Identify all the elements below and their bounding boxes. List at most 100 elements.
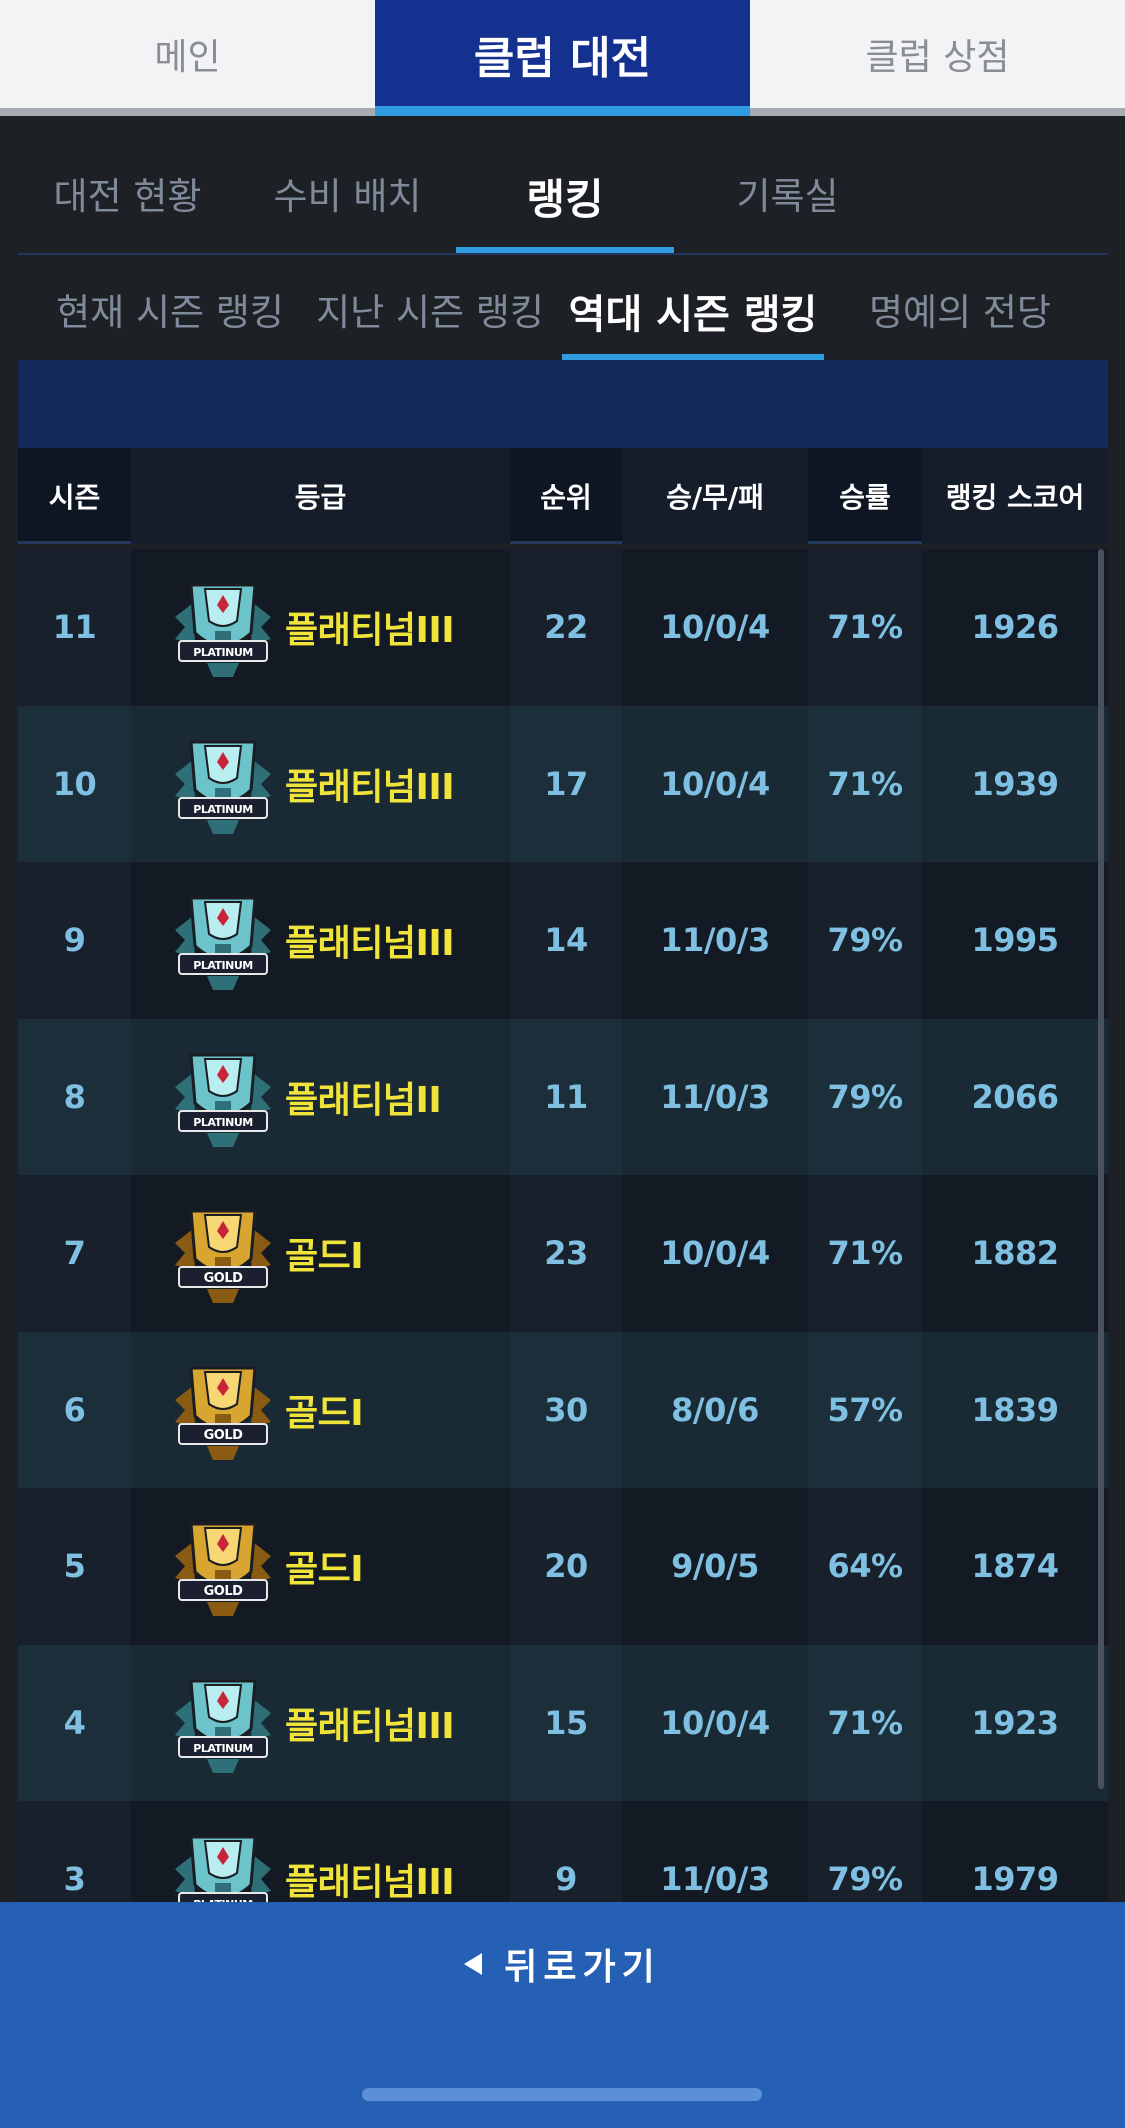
win-rate-cell: 79% (827, 1077, 903, 1116)
rank-cell: 11 (544, 1077, 588, 1116)
table-row: 10 PLATINUM 플래티넘III 17 10/0/4 71% 1939 (18, 705, 1108, 862)
back-button[interactable]: 뒤로가기 (0, 1938, 1125, 1990)
ranking-score-cell: 2066 (922, 1018, 1108, 1175)
top-tab-bar: 메인 클럽 대전 클럽 상점 (0, 0, 1125, 116)
header-season: 시즌 (48, 481, 101, 514)
platinum-tier-badge-icon: PLATINUM (171, 573, 275, 681)
table-row: 9 PLATINUM 플래티넘III 14 11/0/3 79% 1995 (18, 862, 1108, 1019)
tab-all-time-season-ranking[interactable]: 역대 시즌 랭킹 (562, 282, 824, 338)
tab-club-battle[interactable]: 클럽 대전 (375, 0, 750, 116)
rank-cell: 15 (544, 1703, 588, 1742)
season-cell: 5 (63, 1547, 86, 1586)
platinum-tier-badge-icon: PLATINUM (171, 1043, 275, 1151)
badge-label: PLATINUM (193, 1116, 252, 1129)
ranking-score-cell: 1923 (922, 1644, 1108, 1801)
tier-cell: PLATINUM 플래티넘III (131, 549, 510, 706)
header-tier: 등급 (131, 448, 510, 544)
season-cell: 4 (63, 1703, 86, 1742)
divider (18, 253, 1108, 255)
ranking-score-cell: 1874 (922, 1488, 1108, 1645)
win-rate-cell: 64% (827, 1547, 903, 1586)
table-row: 7 GOLD 골드I 23 10/0/4 71% 1882 (18, 1175, 1108, 1332)
tier-cell: PLATINUM 플래티넘III (131, 1644, 510, 1801)
header-win-rate: 승률 (839, 481, 891, 514)
tier-name: 플래티넘III (285, 923, 455, 965)
tier-cell: PLATINUM 플래티넘III (131, 705, 510, 862)
tier-cell: GOLD 골드I (131, 1175, 510, 1332)
season-cell: 8 (63, 1077, 86, 1116)
tab-hall-of-fame[interactable]: 명예의 전당 (840, 282, 1080, 338)
record-cell: 10/0/4 (622, 1644, 808, 1801)
record-cell: 11/0/3 (622, 862, 808, 1019)
win-rate-cell: 71% (827, 1234, 903, 1273)
record-cell: 11/0/3 (622, 1018, 808, 1175)
table-row: 5 GOLD 골드I 20 9/0/5 64% 1874 (18, 1488, 1108, 1645)
platinum-tier-badge-icon: PLATINUM (171, 1669, 275, 1777)
tab-defense-setup[interactable]: 수비 배치 (260, 166, 435, 222)
home-indicator[interactable] (362, 2088, 762, 2101)
record-cell: 8/0/6 (622, 1331, 808, 1488)
season-cell: 6 (63, 1390, 86, 1429)
season-cell: 7 (63, 1234, 86, 1273)
tier-cell: GOLD 골드I (131, 1331, 510, 1488)
win-rate-cell: 57% (827, 1390, 903, 1429)
tier-cell: PLATINUM 플래티넘II (131, 1018, 510, 1175)
tab-club-shop[interactable]: 클럽 상점 (750, 0, 1125, 108)
back-label: 뒤로가기 (504, 1947, 661, 1988)
tab-main[interactable]: 메인 (0, 0, 375, 108)
table-header: 시즌 등급 순위 승/무/패 승률 랭킹 스코어 (18, 448, 1108, 544)
table-row: 11 PLATINUM 플래티넘III 22 10/0/4 71% 1926 (18, 549, 1108, 706)
ranking-score-cell: 1839 (922, 1331, 1108, 1488)
record-cell: 10/0/4 (622, 1175, 808, 1332)
win-rate-cell: 71% (827, 764, 903, 803)
tier-name: 플래티넘III (285, 1862, 455, 1904)
tier-name: 플래티넘III (285, 610, 455, 652)
season-cell: 10 (52, 764, 97, 803)
rank-cell: 22 (544, 608, 588, 647)
win-rate-cell: 71% (827, 608, 903, 647)
rank-cell: 30 (544, 1390, 588, 1429)
badge-label: GOLD (204, 1428, 244, 1443)
tier-name: 골드I (285, 1236, 364, 1278)
sub-tab-bar: 대전 현황 수비 배치 랭킹 기록실 (0, 116, 1125, 256)
rank-cell: 23 (544, 1234, 588, 1273)
record-cell: 10/0/4 (622, 705, 808, 862)
tab-ranking[interactable]: 랭킹 (456, 166, 674, 224)
badge-label: GOLD (204, 1584, 244, 1599)
badge-label: PLATINUM (193, 803, 252, 816)
header-rank: 순위 (540, 481, 592, 514)
record-cell: 9/0/5 (622, 1488, 808, 1645)
header-record: 승/무/패 (622, 448, 808, 544)
season-cell: 11 (52, 608, 97, 647)
tier-name: 플래티넘III (285, 766, 455, 808)
tab-last-season-ranking[interactable]: 지난 시즌 랭킹 (310, 282, 550, 338)
header-ranking-score: 랭킹 스코어 (922, 448, 1108, 544)
tier-cell: PLATINUM 플래티넘III (131, 862, 510, 1019)
ranking-score-cell: 1882 (922, 1175, 1108, 1332)
tab-current-season-ranking[interactable]: 현재 시즌 랭킹 (50, 282, 290, 338)
table-banner (18, 360, 1108, 448)
tab-battle-status[interactable]: 대전 현황 (40, 166, 215, 222)
ranking-score-cell: 1926 (922, 549, 1108, 706)
gold-tier-badge-icon: GOLD (171, 1199, 275, 1307)
scrollbar[interactable] (1098, 549, 1104, 1789)
win-rate-cell: 79% (827, 921, 903, 960)
badge-label: GOLD (204, 1271, 244, 1286)
gold-tier-badge-icon: GOLD (171, 1512, 275, 1620)
tier-name: 골드I (285, 1549, 364, 1591)
table-row: 6 GOLD 골드I 30 8/0/6 57% 1839 (18, 1331, 1108, 1488)
badge-label: PLATINUM (193, 959, 252, 972)
ranking-score-cell: 1939 (922, 705, 1108, 862)
tab-records[interactable]: 기록실 (700, 166, 875, 222)
rank-cell: 17 (544, 764, 588, 803)
tier-name: 플래티넘III (285, 1705, 455, 1747)
badge-label: PLATINUM (193, 646, 252, 659)
bottom-bar: 뒤로가기 (0, 1902, 1125, 2128)
platinum-tier-badge-icon: PLATINUM (171, 886, 275, 994)
table-row: 8 PLATINUM 플래티넘II 11 11/0/3 79% 2066 (18, 1018, 1108, 1175)
ranking-score-cell: 1995 (922, 862, 1108, 1019)
ranking-table-body[interactable]: 11 PLATINUM 플래티넘III 22 10/0/4 71% 1926 10 PLATIN… (18, 549, 1108, 1934)
gold-tier-badge-icon: GOLD (171, 1356, 275, 1464)
platinum-tier-badge-icon: PLATINUM (171, 730, 275, 838)
record-cell: 10/0/4 (622, 549, 808, 706)
